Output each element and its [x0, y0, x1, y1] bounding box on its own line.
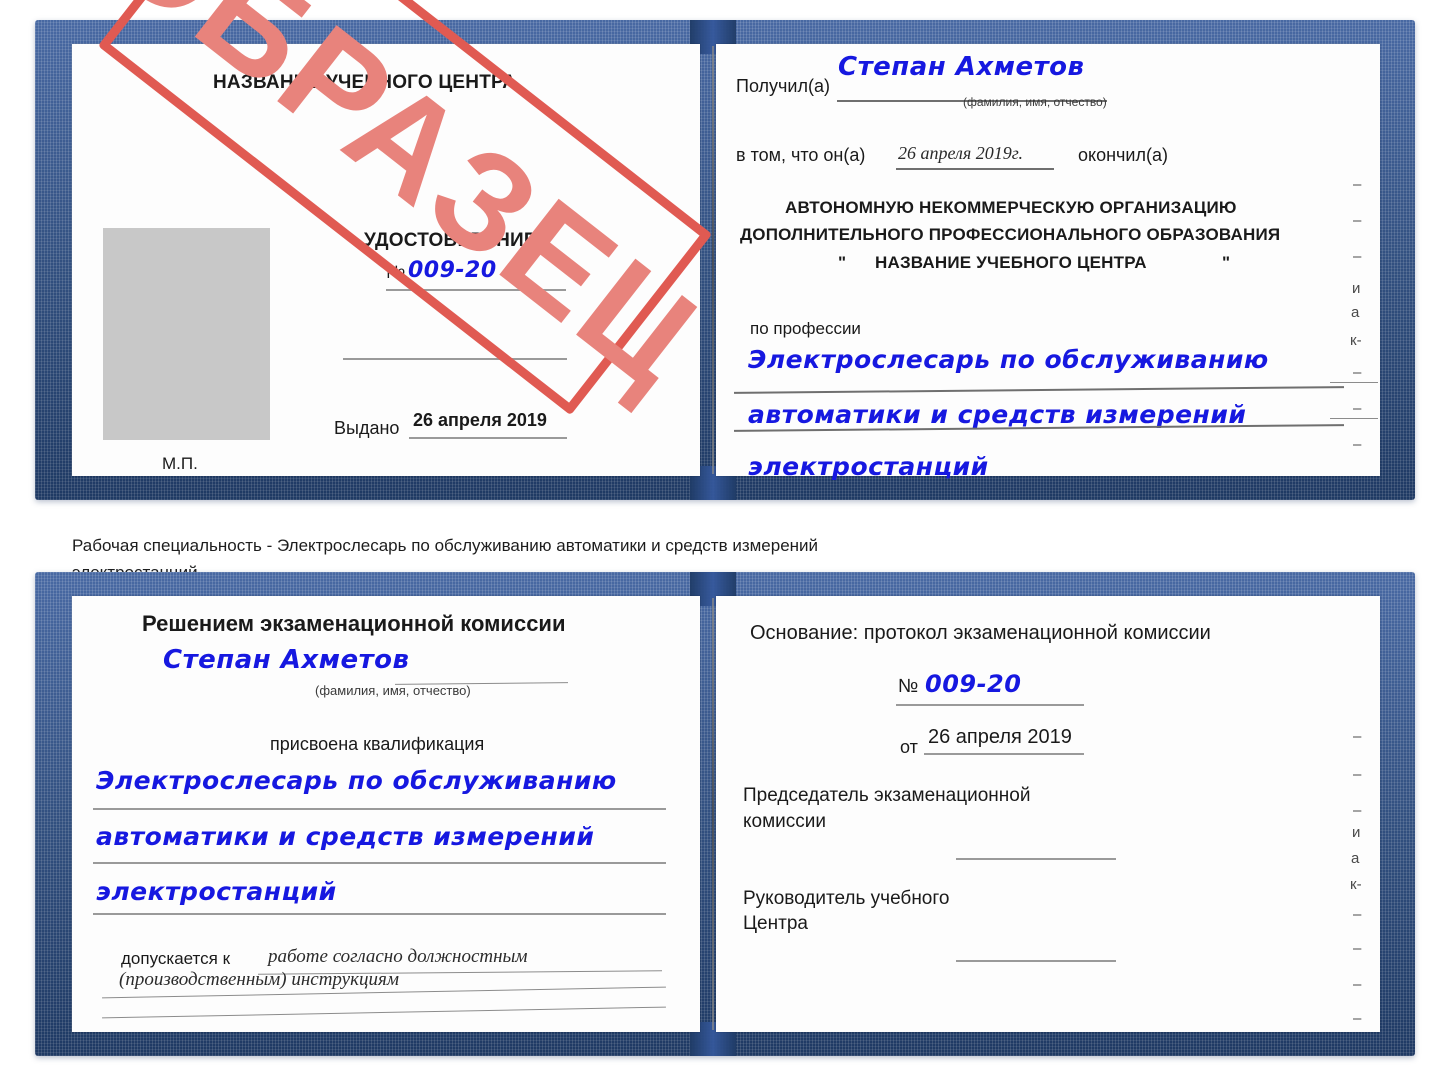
head-of-center-line2: Центра [743, 913, 808, 934]
number-label-top-left: № [386, 262, 406, 282]
margin-fragment: – [1353, 728, 1362, 745]
certificate-bottom-spine-line [712, 598, 714, 1030]
protocol-date-rule [924, 753, 1084, 755]
chairman-line2: комиссии [743, 811, 826, 832]
received-hint: (фамилия, имя, отчество) [963, 95, 1107, 109]
head-of-center-signature-rule [956, 960, 1116, 962]
margin-fragment: а [1351, 304, 1360, 321]
margin-fragment: и [1352, 824, 1361, 841]
margin-fragment: к- [1350, 876, 1362, 893]
margin-rule-top-b [1330, 418, 1378, 419]
organization-name: НАЗВАНИЕ УЧЕБНОГО ЦЕНТРА [875, 253, 1147, 272]
issued-value: 26 апреля 2019 [413, 410, 547, 430]
student-name-bottom: Степан Ахметов [163, 645, 410, 675]
margin-fragment: – [1353, 400, 1362, 417]
finished-label: окончил(а) [1078, 145, 1168, 165]
protocol-number-rule [896, 704, 1084, 706]
qualification-line1: Электрослесарь по обслуживанию [96, 766, 617, 795]
chairman-line1: Председатель экзаменационной [743, 785, 1031, 806]
protocol-number-label: № [898, 676, 919, 697]
profession-label: по профессии [750, 319, 861, 338]
margin-fragment: – [1353, 906, 1362, 923]
commission-decision-heading: Решением экзаменационной комиссии [142, 611, 566, 636]
in-that-label: в том, что он(а) [736, 145, 866, 165]
protocol-number-value: 009-20 [925, 670, 1022, 698]
admitted-line1: работе согласно должностным [268, 946, 528, 967]
student-name-hint-bottom: (фамилия, имя, отчество) [315, 683, 471, 698]
training-center-title-top: НАЗВАНИЕ УЧЕБНОГО ЦЕНТРА [213, 72, 517, 93]
caption-line1: Рабочая специальность - Электрослесарь п… [72, 536, 819, 555]
qualification-rule3 [93, 913, 666, 915]
qualification-line2: автоматики и средств измерений [96, 822, 595, 851]
margin-fragment: а [1351, 850, 1360, 867]
qualification-line3: электростанций [96, 877, 337, 906]
profession-line2: автоматики и средств измерений [748, 400, 1247, 429]
profession-line3: электростанций [748, 452, 989, 481]
certificate-top-spine-line [712, 46, 714, 474]
profession-line1: Электрослесарь по обслуживанию [748, 345, 1269, 374]
margin-fragment: – [1353, 364, 1362, 381]
margin-fragment: – [1353, 248, 1362, 265]
margin-fragment: – [1353, 212, 1362, 229]
organization-line2: ДОПОЛНИТЕЛЬНОГО ПРОФЕССИОНАЛЬНОГО ОБРАЗО… [740, 225, 1281, 244]
admitted-line2: (производственным) инструкциям [119, 969, 399, 990]
received-label: Получил(а) [736, 76, 830, 96]
margin-fragment: – [1353, 176, 1362, 193]
completion-date: 26 апреля 2019г. [898, 143, 1024, 163]
organization-quote-close: " [1222, 253, 1231, 272]
margin-fragment: – [1353, 1010, 1362, 1027]
margin-fragment: и [1352, 280, 1361, 297]
qualification-rule1 [93, 808, 666, 810]
margin-rule-top-a [1330, 382, 1378, 383]
completion-date-rule [896, 168, 1054, 170]
chairman-signature-rule [956, 858, 1116, 860]
number-rule-top-left [386, 289, 566, 291]
organization-line1: АВТОНОМНУЮ НЕКОММЕРЧЕСКУЮ ОРГАНИЗАЦИЮ [785, 198, 1237, 217]
qualification-rule2 [93, 862, 666, 864]
received-value: Степан Ахметов [838, 52, 1085, 82]
margin-fragment: – [1353, 976, 1362, 993]
photo-placeholder [103, 228, 270, 440]
margin-fragment: – [1353, 766, 1362, 783]
margin-fragment: – [1353, 436, 1362, 453]
head-of-center-line1: Руководитель учебного [743, 888, 950, 909]
protocol-date-value: 26 апреля 2019 [928, 726, 1072, 748]
margin-fragment: – [1353, 940, 1362, 957]
protocol-date-label: от [900, 737, 918, 757]
blank-rule-top-left [343, 358, 567, 360]
basis-label: Основание: протокол экзаменационной коми… [750, 622, 1211, 644]
document-title-udostoverenie: УДОСТОВЕРЕНИЕ [364, 230, 537, 251]
issued-rule [409, 437, 567, 439]
number-value-top-left: 009-20 [408, 258, 497, 283]
admitted-label: допускается к [121, 949, 231, 968]
seal-label-mp: М.П. [162, 454, 198, 473]
margin-fragment: – [1353, 802, 1362, 819]
margin-fragment: к- [1350, 332, 1362, 349]
organization-quote-open: " [838, 253, 847, 272]
qualification-label: присвоена квалификация [270, 734, 485, 754]
issued-label: Выдано [334, 418, 400, 438]
